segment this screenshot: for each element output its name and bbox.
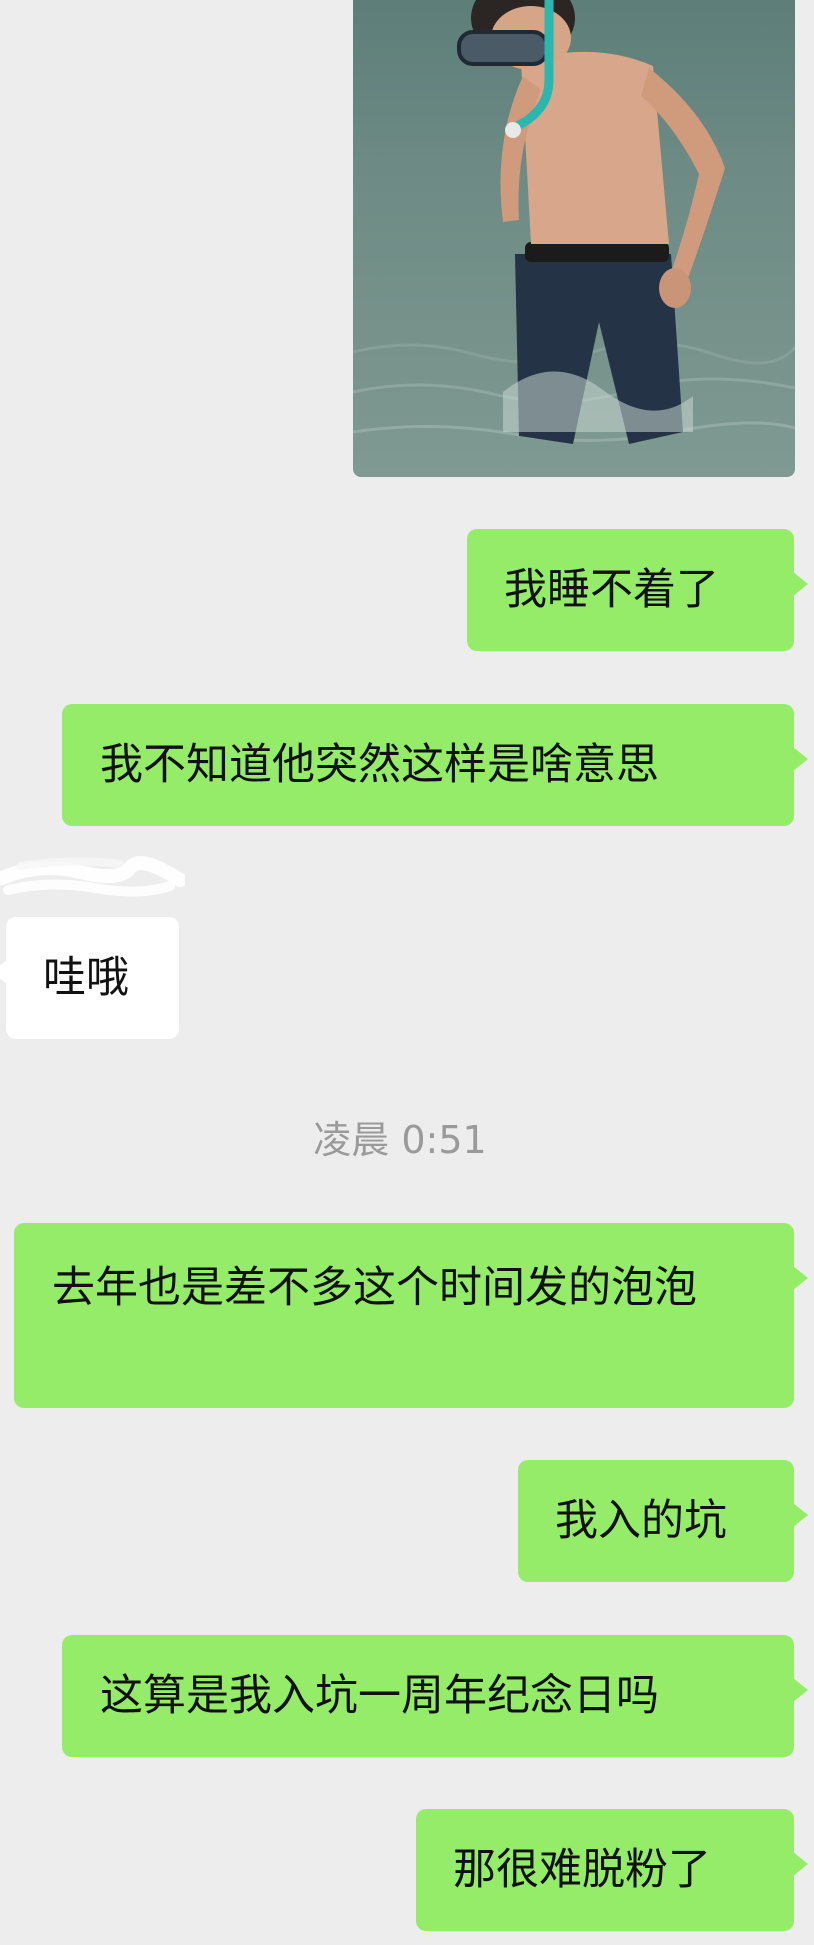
- message-text: 我睡不着了: [504, 565, 719, 615]
- message-text: 我入的坑: [555, 1496, 727, 1546]
- redacted-sender-name: [0, 852, 187, 904]
- message-text: 那很难脱粉了: [453, 1845, 711, 1895]
- message-text: 这算是我入坑一周年纪念日吗: [100, 1671, 659, 1721]
- image-message[interactable]: [353, 0, 795, 477]
- photo-person-in-water: [353, 0, 795, 444]
- chat-view: 我睡不着了 我不知道他突然这样是啥意思 哇哦 凌晨 0:51 去年也是差不多这个…: [0, 0, 814, 1945]
- message-bubble-outgoing[interactable]: 去年也是差不多这个时间发的泡泡: [14, 1223, 808, 1408]
- message-bubble-outgoing[interactable]: 我入的坑: [518, 1460, 808, 1582]
- message-text: 去年也是差不多这个时间发的泡泡: [52, 1263, 697, 1313]
- message-text: 哇哦: [43, 953, 129, 1003]
- message-bubble-outgoing[interactable]: 这算是我入坑一周年纪念日吗: [62, 1635, 808, 1757]
- message-bubble-outgoing[interactable]: 那很难脱粉了: [416, 1809, 808, 1931]
- message-bubble-outgoing[interactable]: 我睡不着了: [467, 529, 808, 651]
- chat-timestamp: 凌晨 0:51: [313, 1118, 487, 1162]
- message-bubble-incoming[interactable]: 哇哦: [0, 917, 179, 1039]
- message-text: 我不知道他突然这样是啥意思: [100, 740, 659, 790]
- message-bubble-outgoing[interactable]: 我不知道他突然这样是啥意思: [62, 704, 808, 826]
